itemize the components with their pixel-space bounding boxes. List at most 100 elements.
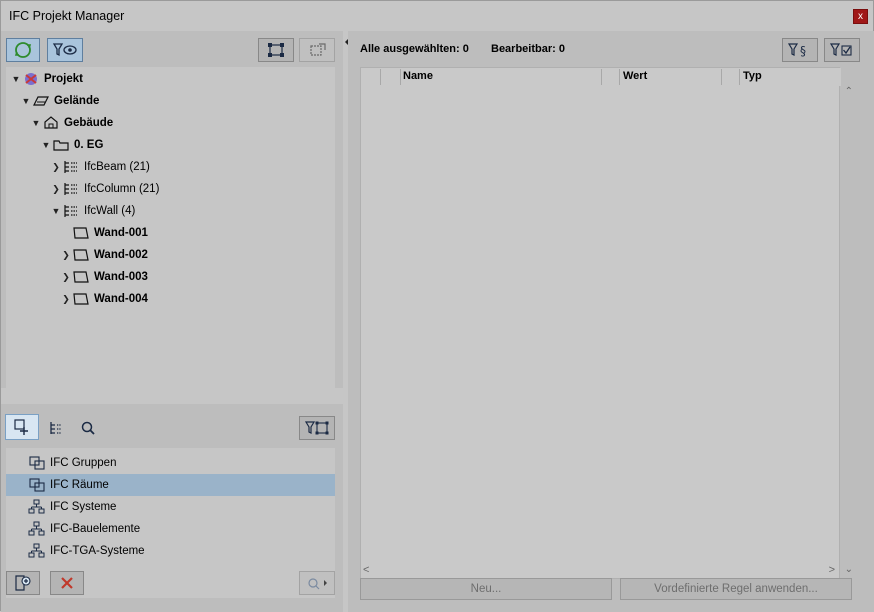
chevron-down-icon[interactable]: ▼	[10, 74, 22, 84]
hierarchy-button[interactable]	[43, 416, 69, 440]
tree-item-wand-004[interactable]: ❯ Wand-004	[60, 289, 148, 309]
ifc-project-manager-window: IFC Projekt Manager x ▼ Projekt ▼ Geländ…	[0, 0, 874, 612]
title-bar: IFC Projekt Manager x	[1, 1, 873, 31]
tree-item-ifcbeam[interactable]: ❯ IfcBeam (21)	[50, 157, 150, 177]
close-button[interactable]: x	[853, 9, 868, 24]
tree-label: Wand-004	[94, 293, 148, 305]
list-item-label: IFC Gruppen	[50, 457, 117, 469]
new-group-button[interactable]	[6, 571, 40, 595]
new-button[interactable]: Neu...	[360, 578, 612, 600]
tree-label: IfcBeam (21)	[84, 161, 150, 173]
tree-item-wand-002[interactable]: ❯ Wand-002	[60, 245, 148, 265]
left-pane: ▼ Projekt ▼ Gelände ▼ Gebäude ▼ 0. EG ❯ …	[1, 31, 343, 612]
tree-label: Gelände	[54, 95, 100, 107]
right-pane: Alle ausgewählten: 0 Bearbeitbar: 0 § Na…	[348, 31, 874, 612]
chevron-down-icon[interactable]: ▼	[50, 206, 62, 216]
add-group-button[interactable]	[5, 414, 39, 440]
tree-label: Wand-001	[94, 227, 148, 239]
project-tree: ▼ Projekt ▼ Gelände ▼ Gebäude ▼ 0. EG ❯ …	[6, 67, 335, 388]
all-selected-count: Alle ausgewählten: 0	[360, 43, 469, 55]
list-item-ifc-gruppen[interactable]: IFC Gruppen	[6, 452, 335, 474]
group-icon	[29, 478, 45, 492]
tree-item-wand-003[interactable]: ❯ Wand-003	[60, 267, 148, 287]
filter-eye-icon	[52, 43, 77, 57]
chevron-right-icon[interactable]: ❯	[60, 294, 72, 305]
svg-text:§: §	[800, 44, 806, 58]
system-icon	[28, 543, 45, 558]
filter-view-button[interactable]	[47, 38, 83, 62]
chevron-down-icon[interactable]: ▼	[40, 140, 52, 150]
column-header-name[interactable]: Name	[403, 70, 433, 82]
delete-icon	[61, 577, 73, 589]
list-item-ifc-bauelemente[interactable]: IFC-Bauelemente	[6, 518, 335, 540]
link-button[interactable]	[299, 571, 335, 595]
list-item-label: IFC-TGA-Systeme	[50, 545, 145, 557]
list-item-label: IFC Systeme	[50, 501, 117, 513]
chevron-down-icon[interactable]: ▼	[20, 96, 32, 106]
list-item-ifc-raeume[interactable]: IFC Räume	[6, 474, 335, 496]
storey-icon	[53, 140, 69, 151]
select-frame-button[interactable]	[258, 38, 294, 62]
wall-icon	[73, 293, 89, 305]
filter-check-icon	[829, 43, 852, 56]
apply-rule-button[interactable]: Vordefinierte Regel anwenden...	[620, 578, 852, 600]
chevron-right-icon[interactable]: ❯	[60, 250, 72, 261]
list-item-ifc-tga-systeme[interactable]: IFC-TGA-Systeme	[6, 540, 335, 562]
tree-item-ifccolumn[interactable]: ❯ IfcColumn (21)	[50, 179, 159, 199]
type-list-icon	[64, 205, 77, 217]
tree-label: Gebäude	[64, 117, 114, 129]
select-frame-icon	[268, 43, 284, 57]
table-header: Name Wert Typ	[361, 68, 841, 86]
tree-label: 0. EG	[74, 139, 104, 151]
wall-icon	[73, 249, 89, 261]
scroll-down-icon[interactable]: ⌄	[845, 564, 853, 575]
tree-item-eg[interactable]: ▼ 0. EG	[40, 135, 104, 155]
terrain-icon	[33, 96, 49, 106]
scroll-up-icon[interactable]: ⌃	[845, 86, 853, 97]
pane-splitter[interactable]	[1, 388, 343, 404]
chevron-right-icon[interactable]: ❯	[50, 184, 62, 195]
tree-label: Projekt	[44, 73, 83, 85]
chevron-down-icon[interactable]: ▼	[30, 118, 42, 128]
tree-item-wand-001[interactable]: Wand-001	[60, 223, 148, 243]
add-document-icon	[15, 575, 31, 591]
search-button[interactable]	[75, 416, 101, 440]
tree-label: Wand-002	[94, 249, 148, 261]
column-header-typ[interactable]: Typ	[743, 70, 762, 82]
refresh-icon	[14, 42, 32, 58]
scroll-left-icon[interactable]: <	[363, 564, 369, 576]
list-item-ifc-systeme[interactable]: IFC Systeme	[6, 496, 335, 518]
scroll-right-icon[interactable]: >	[829, 564, 835, 576]
group-icon	[29, 456, 45, 470]
filter-paragraph-button[interactable]: §	[782, 38, 818, 62]
hierarchy-icon	[50, 422, 61, 434]
move-frame-icon	[310, 43, 326, 56]
column-header-wert[interactable]: Wert	[623, 70, 647, 82]
type-list-icon	[64, 161, 77, 173]
filter-check-button[interactable]	[824, 38, 860, 62]
chevron-right-icon[interactable]: ❯	[50, 162, 62, 173]
tree-label: IfcWall (4)	[84, 205, 136, 217]
tree-item-projekt[interactable]: ▼ Projekt	[10, 69, 83, 89]
list-item-label: IFC Räume	[50, 479, 109, 491]
chevron-right-icon[interactable]: ❯	[60, 272, 72, 283]
wall-icon	[73, 271, 89, 283]
tree-item-gebaeude[interactable]: ▼ Gebäude	[30, 113, 113, 133]
wall-icon	[73, 227, 89, 239]
move-frame-button[interactable]	[299, 38, 335, 62]
type-list-icon	[64, 183, 77, 195]
window-title: IFC Projekt Manager	[9, 9, 125, 23]
delete-button[interactable]	[50, 571, 84, 595]
link-icon	[308, 578, 327, 590]
refresh-button[interactable]	[6, 38, 40, 62]
tree-label: IfcColumn (21)	[84, 183, 160, 195]
tree-item-ifcwall[interactable]: ▼ IfcWall (4)	[50, 201, 135, 221]
tree-label: Wand-003	[94, 271, 148, 283]
filter-frame-button[interactable]	[299, 416, 335, 440]
system-icon	[28, 521, 45, 536]
project-icon	[25, 73, 37, 85]
search-icon	[81, 421, 95, 435]
editable-count: Bearbeitbar: 0	[491, 43, 565, 55]
tree-item-gelaende[interactable]: ▼ Gelände	[20, 91, 100, 111]
list-item-label: IFC-Bauelemente	[50, 523, 141, 535]
